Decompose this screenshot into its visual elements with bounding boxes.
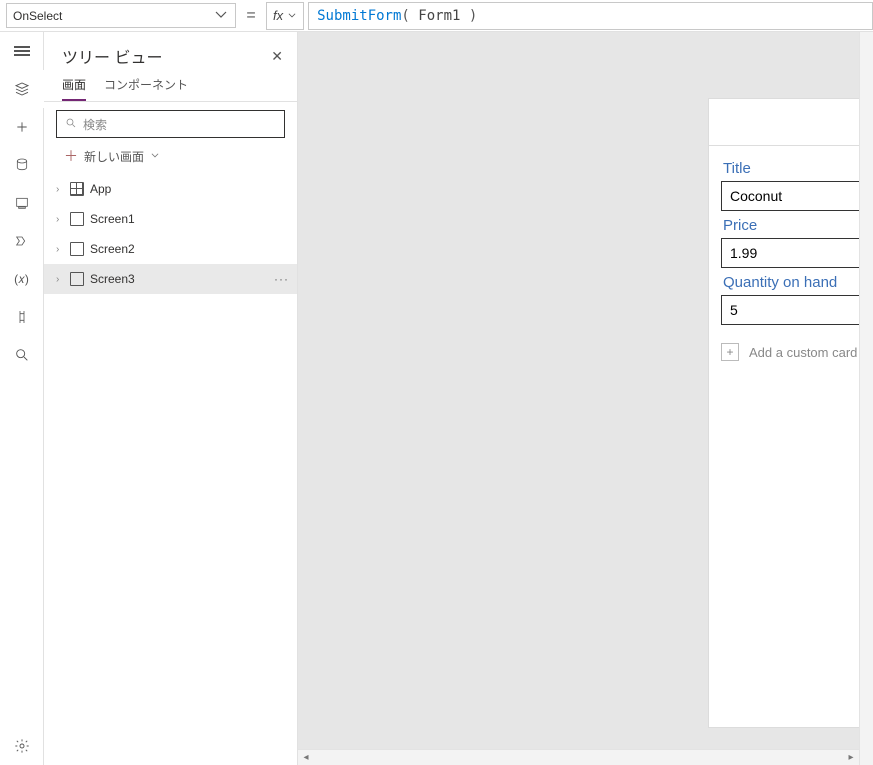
screen-icon bbox=[70, 242, 84, 256]
screen-icon bbox=[70, 212, 84, 226]
field-label: Price bbox=[723, 217, 873, 234]
new-screen-label: 新しい画面 bbox=[84, 148, 144, 165]
new-screen-button[interactable]: ＋ 新しい画面 bbox=[44, 144, 297, 174]
formula-bar-row: OnSelect = fx SubmitForm( Form1 ) bbox=[0, 0, 873, 32]
property-dropdown-label: OnSelect bbox=[13, 9, 62, 23]
tree-search-input[interactable]: 検索 bbox=[56, 110, 285, 138]
fx-button[interactable]: fx bbox=[266, 2, 304, 30]
left-rail: (𝑥) bbox=[0, 32, 44, 765]
tree-item-screen[interactable]: › Screen1 bbox=[44, 204, 297, 234]
field-label: Quantity on hand bbox=[723, 274, 873, 291]
plus-icon: ＋ bbox=[64, 146, 78, 166]
close-icon[interactable]: ✕ bbox=[271, 48, 283, 65]
screen-icon bbox=[70, 272, 84, 286]
app-preview[interactable]: Save Title Price Quantity on hand bbox=[708, 98, 873, 728]
chevron-right-icon: › bbox=[56, 214, 64, 225]
chevron-down-icon bbox=[213, 6, 229, 25]
media-icon[interactable] bbox=[0, 184, 44, 222]
tree-item-label: Screen2 bbox=[90, 242, 135, 256]
quantity-input[interactable] bbox=[721, 295, 873, 325]
app-icon bbox=[70, 182, 84, 196]
hamburger-icon[interactable] bbox=[0, 32, 44, 70]
chevron-right-icon: › bbox=[56, 184, 64, 195]
search-icon[interactable] bbox=[0, 336, 44, 374]
tree-item-label: Screen1 bbox=[90, 212, 135, 226]
tree-item-app[interactable]: › App bbox=[44, 174, 297, 204]
canvas[interactable]: Save Title Price Quantity on hand bbox=[298, 32, 873, 765]
tree-item-screen[interactable]: › Screen3 ··· bbox=[44, 264, 297, 294]
plus-icon: + bbox=[721, 343, 739, 361]
tree-view-icon[interactable] bbox=[0, 70, 44, 108]
vertical-scrollbar[interactable] bbox=[859, 32, 873, 765]
tree-view-panel: ツリー ビュー ✕ 画面 コンポーネント 検索 ＋ 新しい画面 › bbox=[44, 32, 298, 765]
tree-item-label: Screen3 bbox=[90, 272, 135, 286]
formula-fn: SubmitForm bbox=[317, 8, 401, 24]
form-body: Title Price Quantity on hand + Add a cus… bbox=[709, 145, 873, 369]
price-input[interactable] bbox=[721, 238, 873, 268]
tree-item-label: App bbox=[90, 182, 111, 196]
search-icon bbox=[65, 117, 77, 132]
paren-open: ( bbox=[401, 8, 409, 24]
tab-screens[interactable]: 画面 bbox=[62, 76, 86, 101]
chevron-down-icon bbox=[150, 149, 160, 163]
chevron-right-icon: › bbox=[56, 244, 64, 255]
tree-tabs: 画面 コンポーネント bbox=[44, 72, 297, 102]
scroll-left-icon[interactable]: ◂ bbox=[298, 752, 314, 763]
add-card-label: Add a custom card bbox=[749, 345, 857, 360]
formula-arg: Form1 bbox=[418, 8, 460, 24]
search-placeholder: 検索 bbox=[83, 116, 107, 133]
tools-icon[interactable] bbox=[0, 298, 44, 336]
scroll-right-icon[interactable]: ▸ bbox=[843, 752, 859, 763]
field-label: Title bbox=[723, 160, 873, 177]
variables-icon[interactable]: (𝑥) bbox=[0, 260, 44, 298]
formula-input[interactable]: SubmitForm( Form1 ) bbox=[308, 2, 873, 30]
tree-view-title: ツリー ビュー bbox=[62, 44, 162, 68]
chevron-down-icon bbox=[287, 8, 297, 23]
settings-icon[interactable] bbox=[0, 727, 44, 765]
horizontal-scrollbar[interactable]: ◂ ▸ bbox=[298, 749, 859, 765]
add-custom-card-button[interactable]: + Add a custom card bbox=[721, 343, 873, 361]
property-dropdown[interactable]: OnSelect bbox=[6, 3, 236, 28]
flows-icon[interactable] bbox=[0, 222, 44, 260]
tree-item-screen[interactable]: › Screen2 bbox=[44, 234, 297, 264]
chevron-right-icon: › bbox=[56, 274, 64, 285]
data-icon[interactable] bbox=[0, 146, 44, 184]
paren-close: ) bbox=[469, 8, 477, 24]
preview-header: Save bbox=[709, 99, 873, 145]
more-icon[interactable]: ··· bbox=[274, 272, 289, 286]
title-input[interactable] bbox=[721, 181, 873, 211]
tab-components[interactable]: コンポーネント bbox=[104, 76, 188, 101]
insert-icon[interactable] bbox=[0, 108, 44, 146]
fx-label: fx bbox=[273, 8, 283, 23]
tree-list: › App › Screen1 › Screen2 › Screen3 ··· bbox=[44, 174, 297, 765]
equals-label: = bbox=[236, 7, 266, 25]
